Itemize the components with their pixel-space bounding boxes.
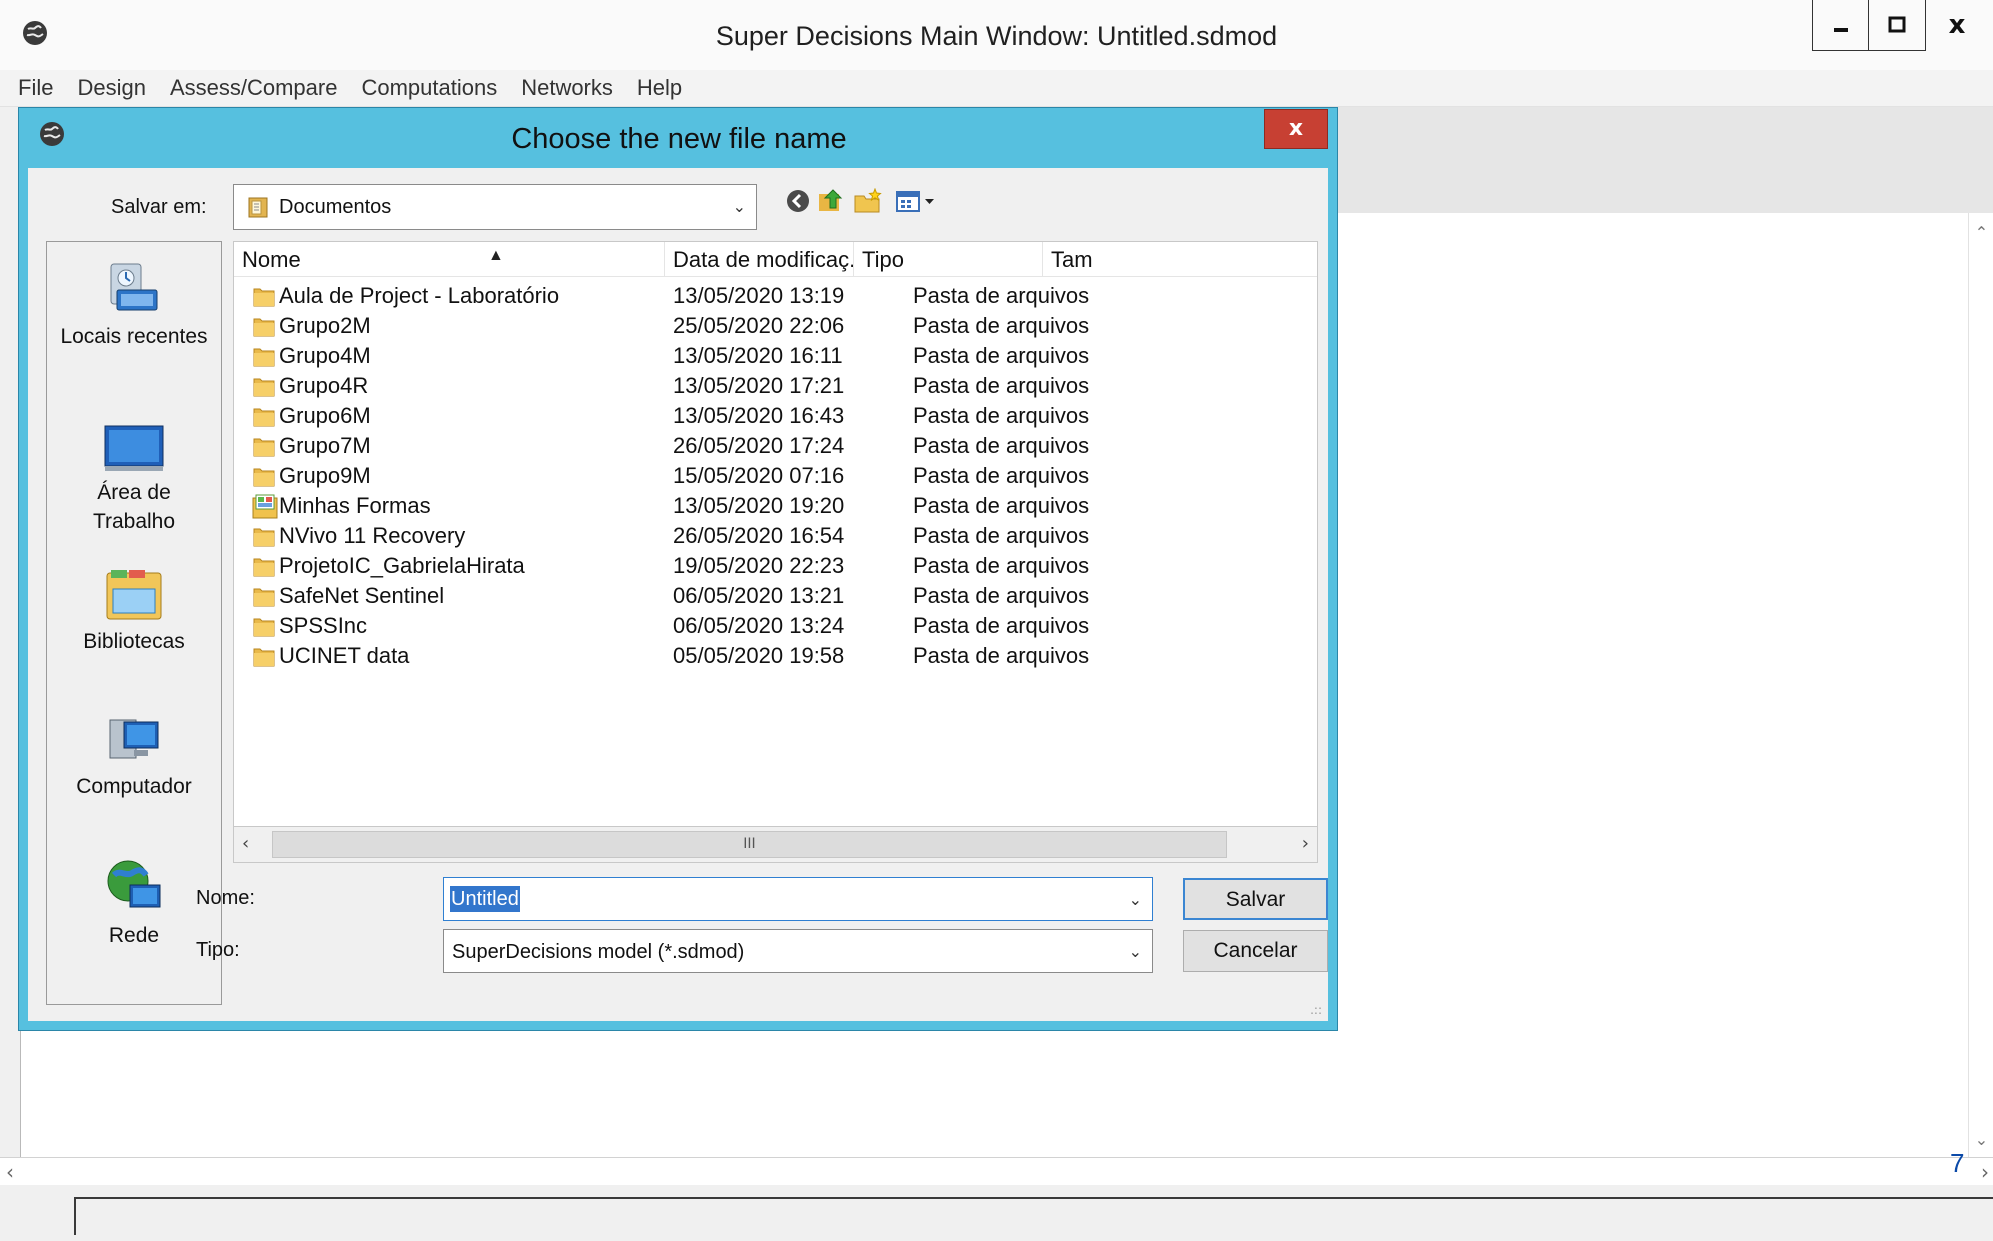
maximize-button[interactable] [1868, 0, 1926, 51]
menu-help[interactable]: Help [625, 70, 694, 106]
filename-label: Nome: [196, 887, 255, 909]
filetype-label: Tipo: [196, 939, 240, 961]
folder-icon [252, 644, 276, 672]
recent-places-icon [110, 263, 158, 311]
place-desktop-label: Área de Trabalho [92, 481, 176, 533]
column-header-name-label: Nome [242, 247, 301, 272]
file-type: Pasta de arquivos [913, 643, 1090, 668]
scroll-left-icon[interactable]: ‹ [6, 1158, 14, 1186]
save-dialog: Choose the new file name x Salvar em: Do… [18, 107, 1338, 1031]
scroll-thumb[interactable]: III [272, 831, 1227, 858]
scroll-left-icon[interactable]: ‹ [242, 827, 249, 861]
dialog-title: Choose the new file name [511, 123, 847, 155]
column-header-type[interactable]: Tipo [854, 242, 1043, 276]
menu-design[interactable]: Design [65, 70, 157, 106]
network-icon [107, 860, 161, 908]
scroll-up-icon[interactable]: ⌃ [1969, 223, 1993, 242]
menu-networks[interactable]: Networks [509, 70, 625, 106]
main-titlebar[interactable]: Super Decisions Main Window: Untitled.sd… [0, 0, 1993, 71]
dialog-body: Salvar em: Documentos ⌄ Locais recentes [28, 168, 1328, 1021]
up-folder-icon[interactable] [817, 188, 845, 218]
new-folder-icon[interactable] [853, 187, 883, 218]
documents-folder-icon [247, 195, 271, 223]
scroll-down-icon[interactable]: ⌄ [1969, 1130, 1993, 1149]
save-in-label: Salvar em: [111, 196, 207, 218]
save-in-dropdown[interactable]: Documentos ⌄ [233, 184, 757, 230]
place-recent[interactable]: Locais recentes [47, 258, 221, 352]
filename-input[interactable]: Untitled ⌄ [443, 877, 1153, 921]
desktop-icon [104, 425, 164, 471]
computer-icon [109, 719, 159, 759]
place-libraries-label: Bibliotecas [83, 630, 185, 653]
view-menu-icon[interactable] [895, 188, 937, 218]
file-list[interactable]: Nome ▲ Data de modificaç... Tipo Tam Aul… [233, 241, 1318, 863]
cancel-button[interactable]: Cancelar [1183, 930, 1328, 972]
main-window-title: Super Decisions Main Window: Untitled.sd… [715, 21, 1278, 51]
menu-assess-compare[interactable]: Assess/Compare [158, 70, 350, 106]
menubar: File Design Assess/Compare Computations Netw… [0, 70, 1993, 107]
libraries-icon [106, 570, 162, 620]
file-row[interactable]: UCINET data 05/05/2020 19:58 Pasta de arqu… [234, 637, 1317, 675]
place-computer-label: Computador [76, 775, 192, 798]
dialog-close-button[interactable]: x [1264, 109, 1328, 149]
place-network[interactable]: Rede [47, 857, 221, 951]
file-name: UCINET data [279, 643, 410, 668]
minimize-button[interactable] [1812, 0, 1869, 51]
maximize-icon [1888, 16, 1906, 33]
vertical-scrollbar[interactable]: ⌃ ⌄ [1968, 213, 1993, 1157]
filetype-value: SuperDecisions model (*.sdmod) [452, 941, 745, 963]
menu-file[interactable]: File [0, 70, 65, 106]
column-header-size[interactable]: Tam [1043, 242, 1317, 276]
place-network-label: Rede [108, 924, 160, 947]
column-header-name[interactable]: Nome ▲ [234, 242, 665, 276]
place-desktop[interactable]: Área de Trabalho [47, 422, 221, 536]
place-recent-label: Locais recentes [60, 325, 208, 348]
file-list-scrollbar[interactable]: ‹ III › [233, 826, 1318, 863]
back-icon[interactable] [785, 188, 811, 218]
chevron-down-icon[interactable]: ⌄ [1129, 878, 1142, 922]
scroll-right-icon[interactable]: › [1981, 1158, 1989, 1186]
list-header: Nome ▲ Data de modificaç... Tipo Tam [234, 242, 1317, 277]
filename-value: Untitled [450, 886, 520, 912]
place-computer[interactable]: Computador [47, 712, 221, 802]
filetype-select[interactable]: SuperDecisions model (*.sdmod) ⌄ [443, 929, 1153, 973]
save-button[interactable]: Salvar [1183, 878, 1328, 920]
horizontal-scrollbar[interactable]: ‹ › [0, 1157, 1993, 1186]
minimize-icon [1834, 28, 1848, 32]
page-number: 7 [1950, 1148, 1965, 1178]
save-in-value: Documentos [279, 196, 392, 218]
status-bar [0, 1185, 1993, 1241]
file-date: 05/05/2020 19:58 [673, 643, 845, 668]
chevron-down-icon: ⌄ [1128, 942, 1142, 961]
sort-ascending-icon: ▲ [488, 247, 504, 264]
place-libraries[interactable]: Bibliotecas [47, 567, 221, 657]
chevron-down-icon: ⌄ [732, 197, 746, 216]
close-button[interactable]: x [1926, 0, 1988, 50]
status-field [74, 1197, 1993, 1235]
scroll-right-icon[interactable]: › [1302, 827, 1309, 861]
column-header-date[interactable]: Data de modificaç... [665, 242, 854, 276]
menu-computations[interactable]: Computations [349, 70, 509, 106]
resize-grip-icon[interactable]: .:: [1310, 1003, 1322, 1017]
